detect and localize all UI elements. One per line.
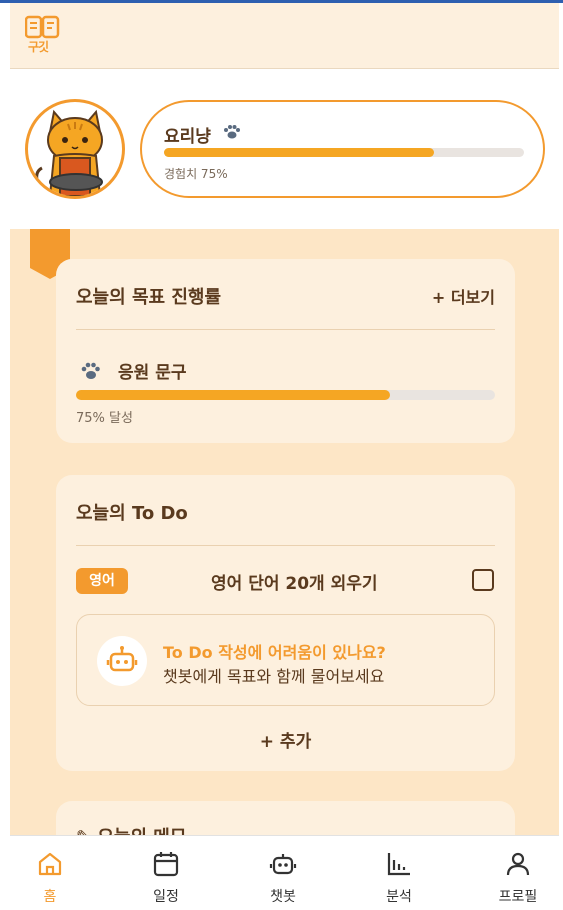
memo-card: ✎ 오늘의 메모 — [56, 801, 515, 835]
help-title: To Do 작성에 어려움이 있나요? — [163, 643, 386, 662]
todo-card: 오늘의 To Do 영어 영어 단어 20개 외우기 To Do 작성에 어려움… — [56, 475, 515, 771]
nav-item-home[interactable]: 홈 — [0, 836, 105, 910]
level-card: 요리냥 경험치 75% — [140, 100, 545, 198]
home-icon — [38, 852, 62, 876]
main-content[interactable]: 오늘의 목표 진행률 + 더보기 응원 문구 75% 달성 오늘의 To Do … — [10, 229, 559, 835]
nav-label-chatbot: 챗봇 — [270, 889, 296, 905]
nav-item-analysis[interactable]: 분석 — [344, 836, 454, 910]
todo-item-text: 영어 단어 20개 외우기 — [211, 574, 378, 594]
nav-label-analysis: 분석 — [386, 889, 412, 905]
cat-avatar[interactable] — [25, 99, 125, 199]
memo-title: ✎ 오늘의 메모 — [76, 823, 186, 835]
bottom-navbar: 홈 일정 챗봇 분석 프로필 — [10, 835, 559, 910]
profile-section: 요리냥 경험치 75% — [10, 70, 559, 228]
nav-label-schedule: 일정 — [153, 889, 179, 905]
nav-item-profile[interactable]: 프로필 — [463, 836, 563, 910]
more-button[interactable]: + 더보기 — [432, 284, 495, 308]
xp-progress-fill — [164, 148, 434, 157]
goals-card: 오늘의 목표 진행률 + 더보기 응원 문구 75% 달성 — [56, 259, 515, 443]
robot-icon — [106, 646, 138, 672]
chatbot-help-box[interactable]: To Do 작성에 어려움이 있나요? 챗봇에게 목표와 함께 물어보세요 — [76, 614, 495, 706]
todo-category-tag: 영어 — [76, 568, 128, 594]
user-icon — [506, 852, 530, 876]
todo-checkbox[interactable] — [472, 569, 494, 591]
nav-label-home: 홈 — [43, 889, 57, 905]
paw-icon — [224, 125, 240, 139]
divider — [76, 545, 495, 546]
nav-label-profile: 프로필 — [498, 889, 538, 905]
calendar-icon — [153, 852, 179, 877]
level-name: 요리냥 — [164, 127, 211, 147]
cat-chef-illustration — [35, 109, 103, 196]
app-header: 구깃 — [10, 3, 559, 69]
xp-progress-bar — [164, 148, 524, 157]
goal-progress-fill — [76, 390, 391, 400]
logo-text: 구깃 — [28, 40, 49, 54]
xp-label: 경험치 75% — [164, 167, 228, 181]
robot-icon — [269, 854, 297, 875]
nav-item-schedule[interactable]: 일정 — [111, 836, 221, 910]
todo-title: 오늘의 To Do — [76, 503, 188, 524]
add-todo-button[interactable]: + 추가 — [56, 727, 515, 752]
paw-icon — [81, 362, 100, 379]
nav-item-chatbot[interactable]: 챗봇 — [228, 836, 338, 910]
goal-progress-label: 75% 달성 — [76, 411, 133, 426]
help-subtitle: 챗봇에게 목표와 함께 물어보세요 — [163, 667, 385, 686]
goals-title: 오늘의 목표 진행률 — [76, 287, 222, 308]
bot-icon-circle — [97, 636, 147, 686]
goal-progress-bar — [76, 390, 495, 400]
divider — [76, 329, 495, 330]
goal-name: 응원 문구 — [118, 363, 187, 383]
chart-icon — [387, 853, 410, 876]
